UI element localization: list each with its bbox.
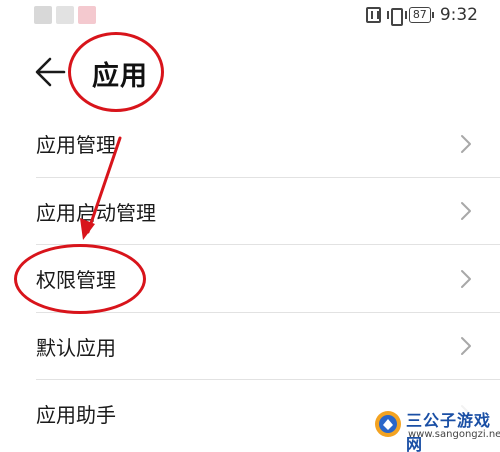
- menu-item-default-apps[interactable]: 默认应用: [0, 313, 500, 381]
- menu-item-app-management[interactable]: 应用管理: [0, 110, 500, 178]
- back-arrow-icon: [35, 57, 66, 87]
- settings-menu: 应用管理 应用启动管理 权限管理 默认应用 应用助手: [0, 110, 500, 448]
- chevron-right-icon: [460, 201, 472, 221]
- menu-item-permissions[interactable]: 权限管理: [0, 245, 500, 313]
- menu-item-label: 默认应用: [36, 335, 116, 360]
- nfc-icon: [365, 7, 381, 23]
- chevron-right-icon: [460, 134, 472, 154]
- menu-item-label: 应用助手: [36, 403, 116, 428]
- menu-item-label: 应用启动管理: [36, 200, 156, 225]
- watermark-url: www.sangongzi.net: [408, 429, 500, 440]
- menu-item-label: 权限管理: [36, 268, 116, 293]
- chevron-right-icon: [460, 269, 472, 289]
- blurred-notification: [78, 6, 96, 24]
- site-watermark: 三公子游戏网 www.sangongzi.net: [370, 402, 500, 452]
- menu-item-label: 应用管理: [36, 133, 116, 158]
- app-header: 应用: [0, 44, 500, 108]
- status-time: 9:32: [439, 5, 478, 25]
- chevron-right-icon: [460, 336, 472, 356]
- status-icons: 87 9:32: [365, 4, 478, 26]
- battery-icon: 87: [408, 7, 434, 23]
- site-logo-icon: [375, 411, 401, 437]
- vibrate-icon: [386, 7, 407, 26]
- menu-item-app-launch[interactable]: 应用启动管理: [0, 178, 500, 246]
- blurred-notification: [56, 6, 74, 24]
- back-button[interactable]: [30, 52, 70, 92]
- status-bar: 87 9:32: [0, 0, 500, 34]
- page-title: 应用: [92, 61, 148, 92]
- blurred-notification: [34, 6, 52, 24]
